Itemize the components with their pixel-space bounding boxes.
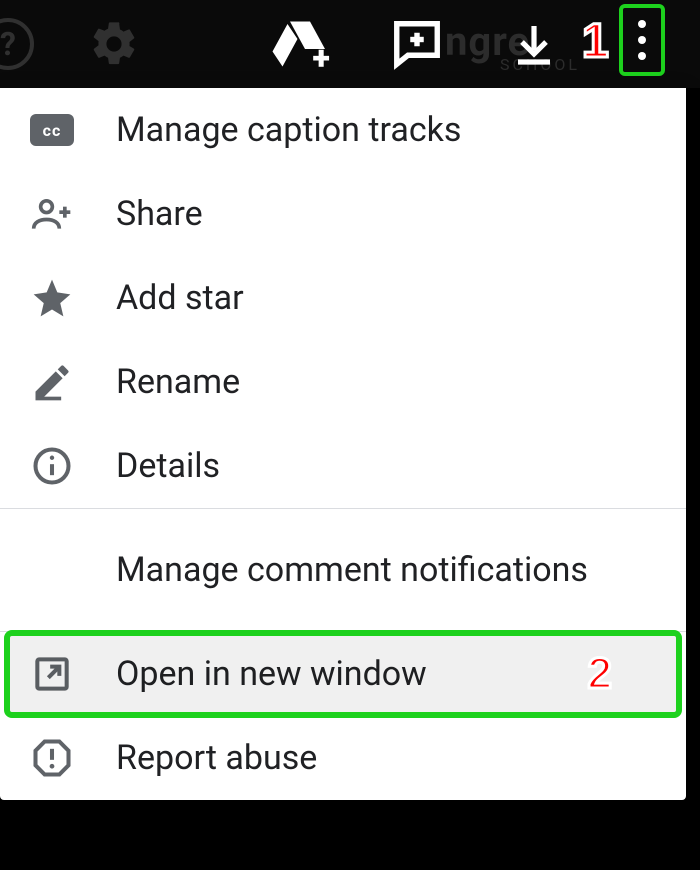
menu-item-rename[interactable]: Rename	[0, 340, 686, 424]
menu-item-manage-comment-notifications[interactable]: Manage comment notifications	[0, 509, 686, 631]
menu-label: Add star	[116, 278, 244, 318]
menu-label: Manage comment notifications	[116, 550, 588, 590]
menu-item-report-abuse[interactable]: Report abuse	[0, 716, 686, 800]
video-topbar: ngre SCHOOL ? + 1	[0, 0, 700, 88]
person-add-icon	[28, 190, 76, 238]
menu-label: Open in new window	[116, 654, 427, 694]
menu-item-share[interactable]: Share	[0, 172, 686, 256]
report-icon	[28, 734, 76, 782]
add-to-drive-icon[interactable]: +	[270, 20, 330, 68]
pencil-icon	[28, 358, 76, 406]
settings-icon[interactable]	[88, 18, 140, 70]
more-options-highlight	[619, 4, 665, 76]
context-menu: cc Manage caption tracks Share Add star …	[0, 88, 686, 800]
menu-item-details[interactable]: Details	[0, 424, 686, 508]
menu-label: Rename	[116, 362, 240, 402]
star-icon	[28, 274, 76, 322]
cc-icon: cc	[28, 106, 76, 154]
menu-label: Report abuse	[116, 738, 317, 778]
annotation-step-2: 2	[588, 649, 612, 699]
info-icon	[28, 442, 76, 490]
menu-item-add-star[interactable]: Add star	[0, 256, 686, 340]
download-icon[interactable]	[510, 20, 558, 68]
open-in-new-icon	[28, 650, 76, 698]
menu-label: Share	[116, 194, 203, 234]
menu-label: Details	[116, 446, 220, 486]
annotation-step-1: 1	[582, 14, 609, 69]
add-comment-icon[interactable]	[390, 17, 444, 71]
help-icon[interactable]: ?	[0, 18, 34, 70]
menu-item-open-new-window[interactable]: Open in new window 2	[0, 632, 686, 716]
menu-item-manage-captions[interactable]: cc Manage caption tracks	[0, 88, 686, 172]
menu-label: Manage caption tracks	[116, 110, 461, 150]
more-options-icon[interactable]	[638, 20, 646, 60]
svg-text:+: +	[313, 39, 330, 74]
